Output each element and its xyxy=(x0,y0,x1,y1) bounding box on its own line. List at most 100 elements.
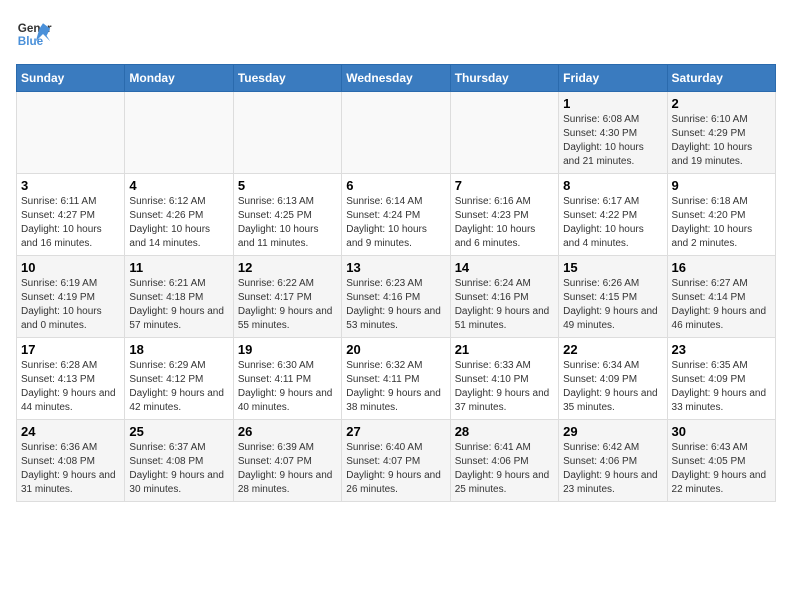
calendar-cell: 1 Sunrise: 6:08 AM Sunset: 4:30 PM Daylig… xyxy=(559,92,667,174)
calendar-cell: 30 Sunrise: 6:43 AM Sunset: 4:05 PM Dayli… xyxy=(667,420,775,502)
calendar-cell: 23 Sunrise: 6:35 AM Sunset: 4:09 PM Dayli… xyxy=(667,338,775,420)
calendar-cell: 15 Sunrise: 6:26 AM Sunset: 4:15 PM Dayli… xyxy=(559,256,667,338)
calendar-cell: 3 Sunrise: 6:11 AM Sunset: 4:27 PM Daylig… xyxy=(17,174,125,256)
day-number: 2 xyxy=(672,96,771,111)
calendar-cell: 14 Sunrise: 6:24 AM Sunset: 4:16 PM Dayli… xyxy=(450,256,558,338)
day-number: 29 xyxy=(563,424,662,439)
day-header: Wednesday xyxy=(342,65,450,92)
day-number: 25 xyxy=(129,424,228,439)
calendar-cell: 28 Sunrise: 6:41 AM Sunset: 4:06 PM Dayli… xyxy=(450,420,558,502)
calendar-cell: 5Sunrise: 6:13 AM Sunset: 4:25 PM Daylig… xyxy=(233,174,341,256)
day-number: 10 xyxy=(21,260,120,275)
day-number: 18 xyxy=(129,342,228,357)
day-number: 11 xyxy=(129,260,228,275)
day-number: 13 xyxy=(346,260,445,275)
day-info: Sunrise: 6:26 AM Sunset: 4:15 PM Dayligh… xyxy=(563,277,662,333)
day-number: 30 xyxy=(672,424,771,439)
day-number: 23 xyxy=(672,342,771,357)
day-number: 17 xyxy=(21,342,120,357)
logo: General Blue xyxy=(16,16,52,52)
calendar-cell: 17 Sunrise: 6:28 AM Sunset: 4:13 PM Dayli… xyxy=(17,338,125,420)
calendar-cell: 4 Sunrise: 6:12 AM Sunset: 4:26 PM Daylig… xyxy=(125,174,233,256)
day-number: 27 xyxy=(346,424,445,439)
calendar-cell: 10 Sunrise: 6:19 AM Sunset: 4:19 PM Dayli… xyxy=(17,256,125,338)
day-number: 24 xyxy=(21,424,120,439)
day-number: 16 xyxy=(672,260,771,275)
day-header: Sunday xyxy=(17,65,125,92)
day-info: Sunrise: 6:11 AM Sunset: 4:27 PM Dayligh… xyxy=(21,195,120,251)
day-info: Sunrise: 6:35 AM Sunset: 4:09 PM Dayligh… xyxy=(672,359,771,415)
day-info: Sunrise: 6:14 AM Sunset: 4:24 PM Dayligh… xyxy=(346,195,445,251)
day-info: Sunrise: 6:13 AM Sunset: 4:25 PM Dayligh… xyxy=(238,195,337,251)
day-number: 7 xyxy=(455,178,554,193)
calendar-cell: 7 Sunrise: 6:16 AM Sunset: 4:23 PM Daylig… xyxy=(450,174,558,256)
calendar-cell: 21 Sunrise: 6:33 AM Sunset: 4:10 PM Dayli… xyxy=(450,338,558,420)
day-info: Sunrise: 6:08 AM Sunset: 4:30 PM Dayligh… xyxy=(563,113,662,169)
calendar-cell: 22Sunrise: 6:34 AM Sunset: 4:09 PM Dayli… xyxy=(559,338,667,420)
day-info: Sunrise: 6:43 AM Sunset: 4:05 PM Dayligh… xyxy=(672,441,771,497)
day-number: 28 xyxy=(455,424,554,439)
calendar-table: SundayMondayTuesdayWednesdayThursdayFrid… xyxy=(16,64,776,502)
day-info: Sunrise: 6:36 AM Sunset: 4:08 PM Dayligh… xyxy=(21,441,120,497)
day-number: 26 xyxy=(238,424,337,439)
day-info: Sunrise: 6:19 AM Sunset: 4:19 PM Dayligh… xyxy=(21,277,120,333)
day-info: Sunrise: 6:16 AM Sunset: 4:23 PM Dayligh… xyxy=(455,195,554,251)
calendar-row: 1 Sunrise: 6:08 AM Sunset: 4:30 PM Daylig… xyxy=(17,92,776,174)
day-info: Sunrise: 6:18 AM Sunset: 4:20 PM Dayligh… xyxy=(672,195,771,251)
day-info: Sunrise: 6:32 AM Sunset: 4:11 PM Dayligh… xyxy=(346,359,445,415)
day-header: Friday xyxy=(559,65,667,92)
day-info: Sunrise: 6:29 AM Sunset: 4:12 PM Dayligh… xyxy=(129,359,228,415)
day-header: Thursday xyxy=(450,65,558,92)
day-number: 15 xyxy=(563,260,662,275)
logo-icon: General Blue xyxy=(16,16,52,52)
day-info: Sunrise: 6:21 AM Sunset: 4:18 PM Dayligh… xyxy=(129,277,228,333)
calendar-cell xyxy=(233,92,341,174)
day-info: Sunrise: 6:40 AM Sunset: 4:07 PM Dayligh… xyxy=(346,441,445,497)
day-info: Sunrise: 6:27 AM Sunset: 4:14 PM Dayligh… xyxy=(672,277,771,333)
day-number: 1 xyxy=(563,96,662,111)
calendar-cell: 8 Sunrise: 6:17 AM Sunset: 4:22 PM Daylig… xyxy=(559,174,667,256)
calendar-cell: 26 Sunrise: 6:39 AM Sunset: 4:07 PM Dayli… xyxy=(233,420,341,502)
day-info: Sunrise: 6:41 AM Sunset: 4:06 PM Dayligh… xyxy=(455,441,554,497)
day-number: 8 xyxy=(563,178,662,193)
day-info: Sunrise: 6:39 AM Sunset: 4:07 PM Dayligh… xyxy=(238,441,337,497)
calendar-cell xyxy=(125,92,233,174)
calendar-cell: 6 Sunrise: 6:14 AM Sunset: 4:24 PM Daylig… xyxy=(342,174,450,256)
day-info: Sunrise: 6:10 AM Sunset: 4:29 PM Dayligh… xyxy=(672,113,771,169)
calendar-cell: 18 Sunrise: 6:29 AM Sunset: 4:12 PM Dayli… xyxy=(125,338,233,420)
day-number: 21 xyxy=(455,342,554,357)
day-number: 3 xyxy=(21,178,120,193)
day-info: Sunrise: 6:24 AM Sunset: 4:16 PM Dayligh… xyxy=(455,277,554,333)
day-info: Sunrise: 6:34 AM Sunset: 4:09 PM Dayligh… xyxy=(563,359,662,415)
calendar-row: 24 Sunrise: 6:36 AM Sunset: 4:08 PM Dayli… xyxy=(17,420,776,502)
calendar-cell: 19Sunrise: 6:30 AM Sunset: 4:11 PM Dayli… xyxy=(233,338,341,420)
calendar-row: 10 Sunrise: 6:19 AM Sunset: 4:19 PM Dayli… xyxy=(17,256,776,338)
calendar-cell: 25 Sunrise: 6:37 AM Sunset: 4:08 PM Dayli… xyxy=(125,420,233,502)
day-info: Sunrise: 6:12 AM Sunset: 4:26 PM Dayligh… xyxy=(129,195,228,251)
calendar-cell xyxy=(450,92,558,174)
day-header: Monday xyxy=(125,65,233,92)
day-info: Sunrise: 6:17 AM Sunset: 4:22 PM Dayligh… xyxy=(563,195,662,251)
day-info: Sunrise: 6:30 AM Sunset: 4:11 PM Dayligh… xyxy=(238,359,337,415)
calendar-cell: 12Sunrise: 6:22 AM Sunset: 4:17 PM Dayli… xyxy=(233,256,341,338)
day-info: Sunrise: 6:23 AM Sunset: 4:16 PM Dayligh… xyxy=(346,277,445,333)
calendar-cell: 16 Sunrise: 6:27 AM Sunset: 4:14 PM Dayli… xyxy=(667,256,775,338)
day-info: Sunrise: 6:42 AM Sunset: 4:06 PM Dayligh… xyxy=(563,441,662,497)
day-header: Tuesday xyxy=(233,65,341,92)
calendar-cell: 2 Sunrise: 6:10 AM Sunset: 4:29 PM Daylig… xyxy=(667,92,775,174)
calendar-cell: 9 Sunrise: 6:18 AM Sunset: 4:20 PM Daylig… xyxy=(667,174,775,256)
calendar-row: 17 Sunrise: 6:28 AM Sunset: 4:13 PM Dayli… xyxy=(17,338,776,420)
calendar-cell xyxy=(342,92,450,174)
day-number: 9 xyxy=(672,178,771,193)
day-info: Sunrise: 6:33 AM Sunset: 4:10 PM Dayligh… xyxy=(455,359,554,415)
day-number: 12 xyxy=(238,260,337,275)
calendar-row: 3 Sunrise: 6:11 AM Sunset: 4:27 PM Daylig… xyxy=(17,174,776,256)
day-info: Sunrise: 6:28 AM Sunset: 4:13 PM Dayligh… xyxy=(21,359,120,415)
calendar-cell: 13 Sunrise: 6:23 AM Sunset: 4:16 PM Dayli… xyxy=(342,256,450,338)
day-info: Sunrise: 6:37 AM Sunset: 4:08 PM Dayligh… xyxy=(129,441,228,497)
calendar-cell: 24 Sunrise: 6:36 AM Sunset: 4:08 PM Dayli… xyxy=(17,420,125,502)
day-number: 6 xyxy=(346,178,445,193)
day-number: 4 xyxy=(129,178,228,193)
day-number: 14 xyxy=(455,260,554,275)
day-header: Saturday xyxy=(667,65,775,92)
